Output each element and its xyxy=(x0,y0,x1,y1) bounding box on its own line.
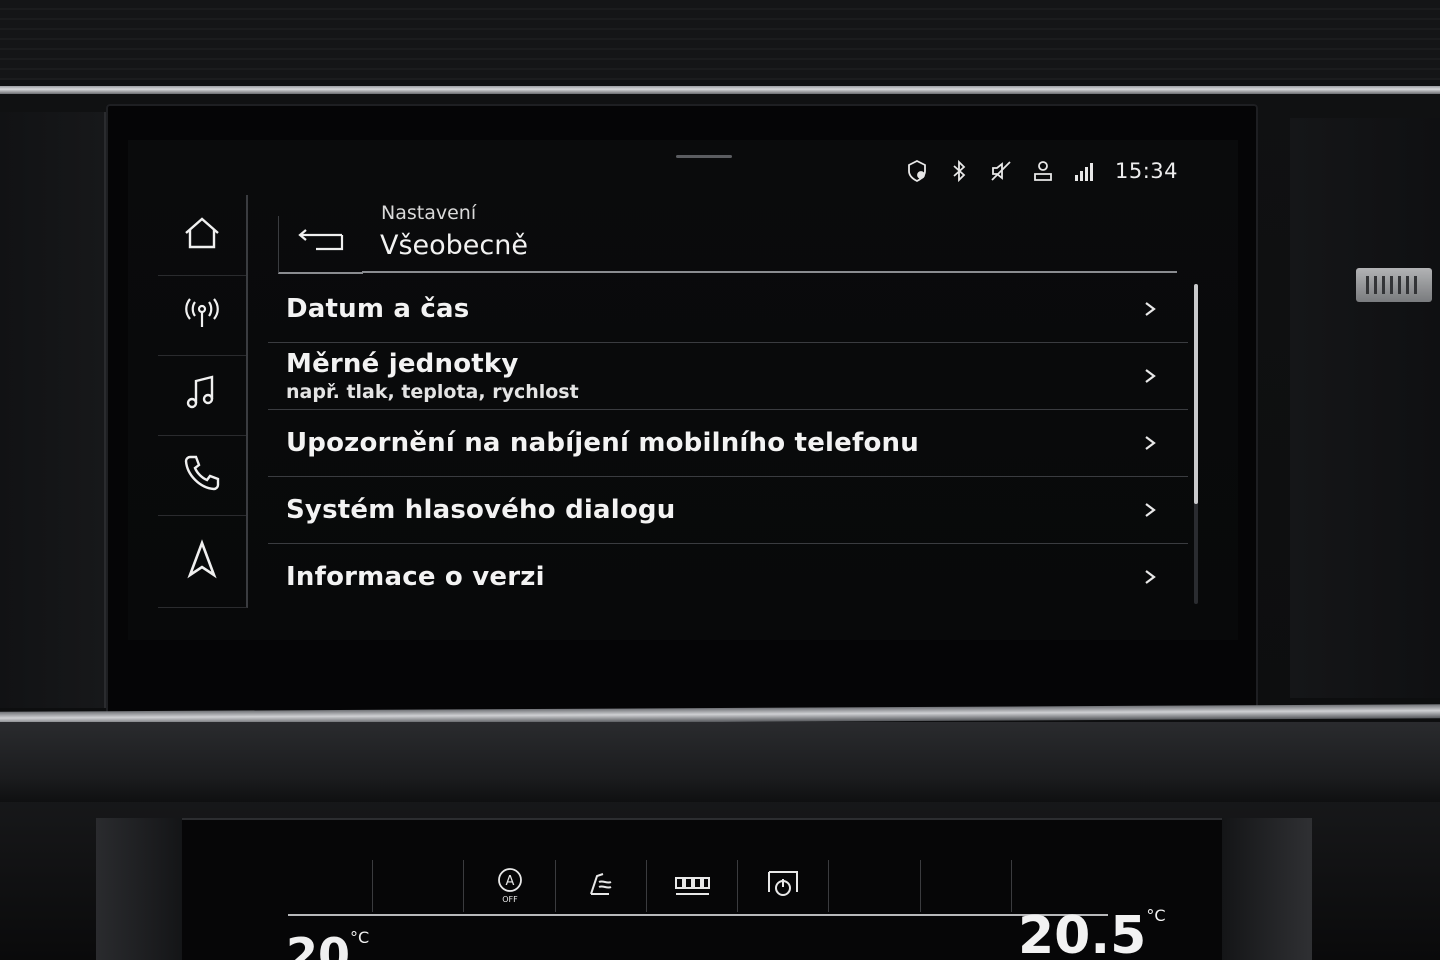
chrome-trim-top xyxy=(0,86,1440,94)
scrollbar[interactable] xyxy=(1194,284,1198,604)
header-divider xyxy=(362,271,1177,273)
chevron-right-icon xyxy=(1142,364,1158,388)
auto-off-icon: A OFF xyxy=(490,864,530,908)
profile-icon xyxy=(1031,159,1055,183)
climate-slot-empty xyxy=(282,860,374,912)
nav-music[interactable] xyxy=(158,355,248,436)
clock: 15:34 xyxy=(1114,159,1178,183)
chevron-right-icon xyxy=(1142,431,1158,455)
mute-icon xyxy=(989,159,1013,183)
list-item-label: Měrné jednotky xyxy=(286,349,519,379)
home-icon xyxy=(180,211,224,259)
list-item[interactable]: Informace o verzi xyxy=(268,544,1188,610)
nav-rail xyxy=(158,195,248,608)
bluetooth-icon xyxy=(947,159,971,183)
chevron-right-icon xyxy=(1142,565,1158,589)
nav-radio[interactable] xyxy=(158,275,248,356)
dashboard-right-panel xyxy=(1290,118,1440,698)
climate-slot-empty xyxy=(829,860,921,912)
seat-airflow-button[interactable] xyxy=(556,860,647,912)
list-item[interactable]: Upozornění na nabíjení mobilního telefon… xyxy=(268,410,1188,477)
climate-toolbar: A OFF xyxy=(282,860,1102,912)
back-button[interactable] xyxy=(278,216,363,274)
list-item-label: Systém hlasového dialogu xyxy=(286,495,676,525)
chevron-right-icon xyxy=(1142,498,1158,522)
rear-defrost-button[interactable] xyxy=(647,860,739,912)
back-arrow-icon xyxy=(294,227,348,261)
vent-control xyxy=(1356,268,1432,302)
temperature-right[interactable]: 20.5°C xyxy=(1018,906,1165,960)
svg-text:A: A xyxy=(505,874,514,889)
list-item-label: Informace o verzi xyxy=(286,562,545,592)
settings-list: Datum a čas Měrné jednotky např. tlak, t… xyxy=(268,276,1188,610)
rear-defrost-icon xyxy=(672,864,712,908)
seat-airflow-icon xyxy=(581,864,621,908)
air-vent xyxy=(0,0,1440,80)
list-item-label: Datum a čas xyxy=(286,294,470,324)
list-item[interactable]: Měrné jednotky např. tlak, teplota, rych… xyxy=(268,343,1188,410)
nav-home[interactable] xyxy=(158,195,248,276)
wifi-signal-icon xyxy=(1073,159,1097,183)
radio-icon xyxy=(180,291,224,339)
dashboard-trim xyxy=(0,722,1440,802)
auto-off-button[interactable]: A OFF xyxy=(464,860,556,912)
drag-handle[interactable] xyxy=(676,155,732,158)
climate-slot-empty xyxy=(921,860,1012,912)
car-dashboard: 15:34 Nastavení Všeobecně Datum a čas Mě… xyxy=(0,0,1440,960)
music-icon xyxy=(180,371,224,419)
chevron-right-icon xyxy=(1142,297,1158,321)
temperature-left[interactable]: 20°C xyxy=(286,928,369,960)
navigation-icon xyxy=(180,537,224,585)
breadcrumb: Nastavení xyxy=(381,202,477,224)
climate-panel: A OFF 20°C 20.5°C xyxy=(182,818,1222,960)
nav-navigation[interactable] xyxy=(158,515,248,608)
nav-phone[interactable] xyxy=(158,435,248,516)
climate-frame-right xyxy=(1222,818,1312,960)
scrollbar-thumb[interactable] xyxy=(1194,284,1198,504)
climate-power-button[interactable] xyxy=(738,860,830,912)
infotainment-screen: 15:34 Nastavení Všeobecně Datum a čas Mě… xyxy=(128,140,1238,640)
auto-off-label: OFF xyxy=(502,895,518,904)
temperature-left-value: 20 xyxy=(286,928,351,960)
climate-frame-left xyxy=(96,818,182,960)
dashboard-left-panel xyxy=(0,112,106,708)
climate-divider xyxy=(288,914,1108,916)
page-title: Všeobecně xyxy=(380,230,528,261)
temperature-left-unit: °C xyxy=(350,928,370,947)
climate-slot-empty xyxy=(373,860,465,912)
phone-icon xyxy=(180,451,224,499)
temperature-right-value: 20.5 xyxy=(1018,906,1147,960)
list-item-label: Upozornění na nabíjení mobilního telefon… xyxy=(286,428,919,458)
temperature-right-unit: °C xyxy=(1146,906,1166,925)
list-item[interactable]: Datum a čas xyxy=(268,276,1188,343)
climate-power-icon xyxy=(763,864,803,908)
climate-slot-empty xyxy=(1012,860,1102,912)
shield-location-icon xyxy=(905,159,929,183)
status-bar: 15:34 xyxy=(905,156,1178,186)
list-item-subtitle: např. tlak, teplota, rychlost xyxy=(286,381,579,403)
list-item[interactable]: Systém hlasového dialogu xyxy=(268,477,1188,544)
